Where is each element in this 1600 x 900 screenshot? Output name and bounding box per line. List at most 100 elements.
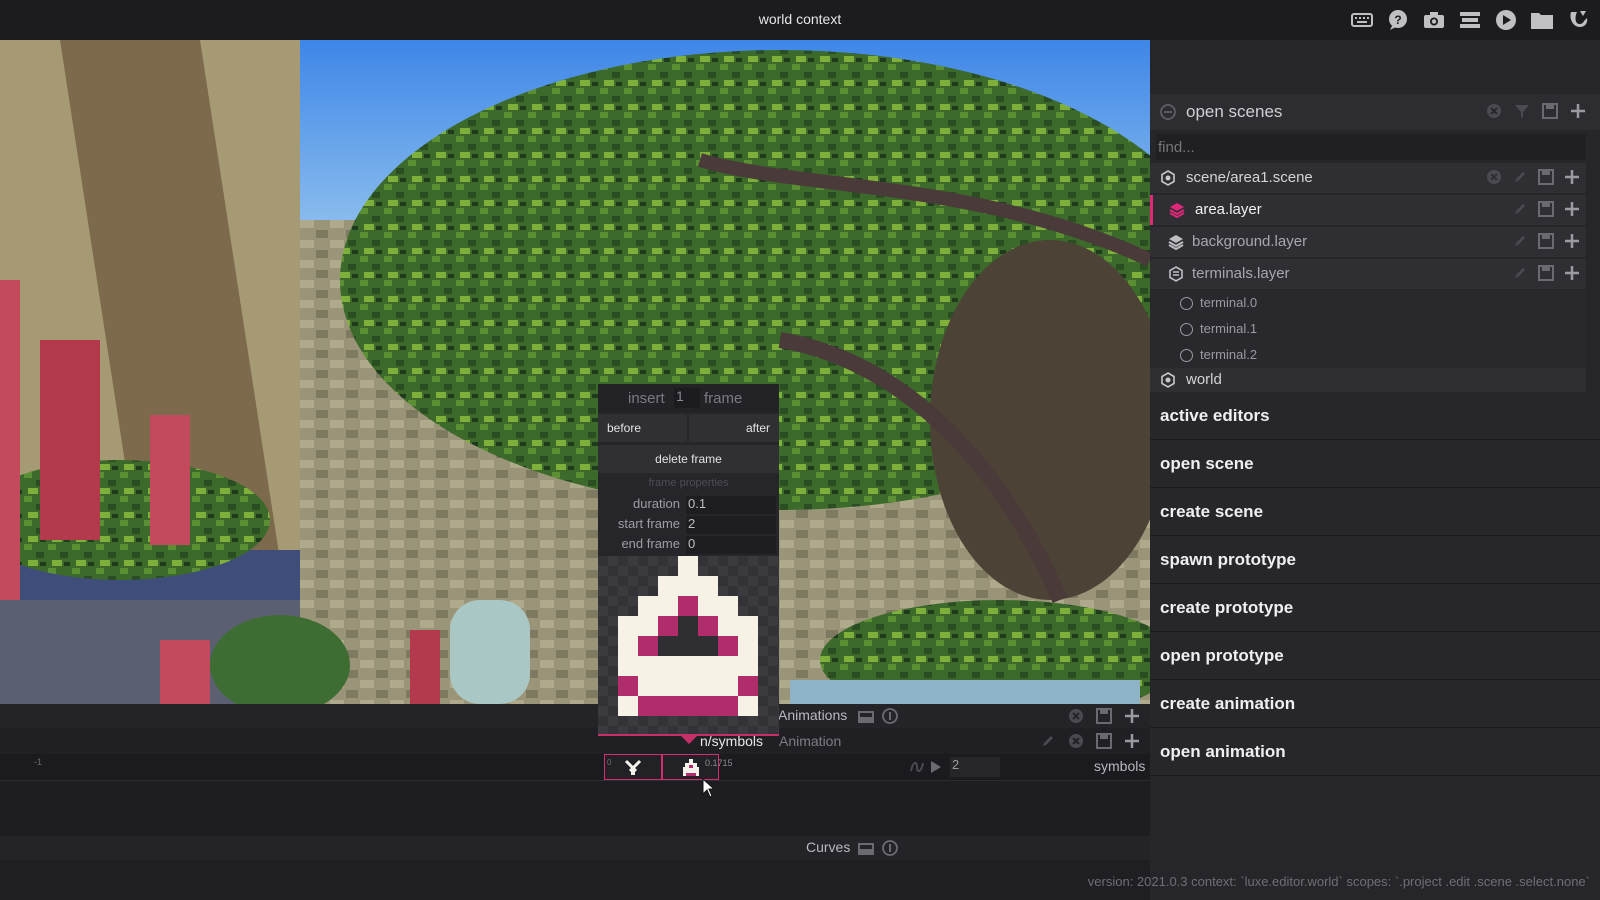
tree-item-label: scene/area1.scene (1186, 169, 1313, 186)
frame-properties-header: frame properties (648, 477, 729, 489)
panel-toggle-icon[interactable] (858, 710, 874, 728)
edit-icon[interactable] (1512, 233, 1528, 249)
svg-text:?: ? (1394, 13, 1401, 27)
add-icon[interactable] (1564, 233, 1580, 249)
command-list: active editors open scene create scene s… (1150, 392, 1600, 776)
filter-icon[interactable] (1514, 103, 1530, 119)
info-icon[interactable] (882, 708, 898, 729)
delete-frame-button[interactable]: delete frame (598, 445, 779, 473)
start-frame-field[interactable]: 2 (686, 516, 776, 534)
animation-row[interactable]: n/symbols Animation (0, 728, 1150, 754)
end-frame-field[interactable]: 0 (686, 536, 776, 554)
edit-icon[interactable] (1040, 733, 1056, 749)
tree-item-label: world (1186, 371, 1222, 388)
symbol-preview-icon (598, 556, 779, 734)
save-icon[interactable] (1096, 733, 1112, 749)
play-icon[interactable] (1494, 8, 1518, 32)
animation-target-label: symbols (1094, 758, 1146, 774)
tree-item-label: terminals.layer (1192, 265, 1290, 282)
tree-item-terminal[interactable]: terminal.2 (1150, 342, 1586, 368)
animations-bar: Animations (0, 704, 1150, 728)
add-icon[interactable] (1570, 103, 1586, 119)
add-icon[interactable] (1124, 708, 1140, 724)
help-icon[interactable]: ? (1386, 8, 1410, 32)
insert-after-button[interactable]: after (689, 414, 779, 442)
close-icon[interactable] (1068, 708, 1084, 724)
scene-search-input[interactable] (1156, 134, 1586, 160)
frame-count-field[interactable]: 2 (950, 757, 1000, 777)
folder-icon[interactable] (1530, 8, 1554, 32)
command-create-scene[interactable]: create scene (1150, 488, 1600, 536)
close-icon[interactable] (1486, 169, 1502, 185)
save-icon[interactable] (1538, 169, 1554, 185)
save-icon[interactable] (1542, 103, 1558, 119)
command-spawn-prototype[interactable]: spawn prototype (1150, 536, 1600, 584)
terminals-layer-icon (1168, 266, 1184, 282)
command-open-prototype[interactable]: open prototype (1150, 632, 1600, 680)
keyframe-slot[interactable]: 0 (604, 754, 662, 780)
command-create-animation[interactable]: create animation (1150, 680, 1600, 728)
tree-item-background-layer[interactable]: background.layer (1150, 227, 1586, 257)
frame-popup: insert 1 frame before after delete frame… (598, 384, 779, 736)
insert-count-field[interactable]: 1 (674, 388, 700, 408)
loop-icon[interactable] (909, 759, 925, 780)
edit-icon[interactable] (1512, 169, 1528, 185)
save-icon[interactable] (1538, 265, 1554, 281)
layer-icon (1169, 202, 1185, 219)
add-icon[interactable] (1564, 169, 1580, 185)
duration-label: duration (633, 496, 680, 511)
camera-icon[interactable] (1422, 8, 1446, 32)
add-icon[interactable] (1124, 733, 1140, 749)
scene-icon (1160, 170, 1176, 186)
frame-preview (598, 556, 779, 734)
animations-title: Animations (778, 707, 848, 723)
save-icon[interactable] (1538, 201, 1554, 217)
command-create-prototype[interactable]: create prototype (1150, 584, 1600, 632)
tree-item-terminal[interactable]: terminal.1 (1150, 316, 1586, 342)
tree-item-label: terminal.2 (1200, 347, 1258, 362)
duration-field[interactable]: 0.1 (686, 496, 776, 514)
scene-viewport[interactable] (0, 40, 1150, 704)
entity-icon (1180, 349, 1193, 362)
stack-icon[interactable] (1458, 8, 1482, 32)
tree-item-scene[interactable]: scene/area1.scene (1150, 163, 1586, 193)
frame-label: frame (704, 390, 743, 407)
command-active-editors[interactable]: active editors (1150, 392, 1600, 440)
keyboard-icon[interactable] (1350, 8, 1374, 32)
command-open-animation[interactable]: open animation (1150, 728, 1600, 776)
close-icon[interactable] (1068, 733, 1084, 749)
title-bar: world context ? (0, 0, 1600, 40)
edit-icon[interactable] (1512, 265, 1528, 281)
play-icon[interactable] (930, 760, 942, 779)
tree-item-world[interactable]: world (1150, 368, 1586, 392)
popup-pointer (680, 735, 698, 744)
toolbar-icons: ? (1350, 8, 1590, 32)
entity-icon (1180, 323, 1193, 336)
open-scenes-title: open scenes (1186, 102, 1283, 121)
close-icon[interactable] (1486, 103, 1502, 119)
add-icon[interactable] (1564, 265, 1580, 281)
luxe-logo-icon[interactable] (1566, 8, 1590, 32)
insert-label: insert (628, 390, 665, 407)
timeline-tick: -1 (34, 757, 43, 767)
curve-editor-area[interactable] (0, 780, 1150, 836)
save-icon[interactable] (1538, 233, 1554, 249)
entity-icon (1180, 297, 1193, 310)
scene-art (0, 40, 1150, 704)
panel-toggle-icon[interactable] (858, 842, 874, 860)
tree-item-terminals-layer[interactable]: terminals.layer (1150, 259, 1586, 289)
command-open-scene[interactable]: open scene (1150, 440, 1600, 488)
tree-item-terminal[interactable]: terminal.0 (1150, 290, 1586, 316)
save-icon[interactable] (1096, 708, 1112, 724)
edit-icon[interactable] (1512, 201, 1528, 217)
info-icon[interactable] (882, 840, 898, 861)
layer-icon (1168, 234, 1184, 251)
add-icon[interactable] (1564, 201, 1580, 217)
tree-item-area-layer[interactable]: area.layer (1150, 195, 1586, 225)
tree-item-label: background.layer (1192, 233, 1308, 250)
curves-bar: Curves (0, 836, 1150, 860)
insert-before-button[interactable]: before (598, 414, 687, 442)
timeline[interactable]: -1 0 0.1715 2 symbols (0, 754, 1150, 780)
collapse-icon[interactable] (1160, 104, 1176, 125)
tree-item-label: terminal.1 (1200, 321, 1258, 336)
